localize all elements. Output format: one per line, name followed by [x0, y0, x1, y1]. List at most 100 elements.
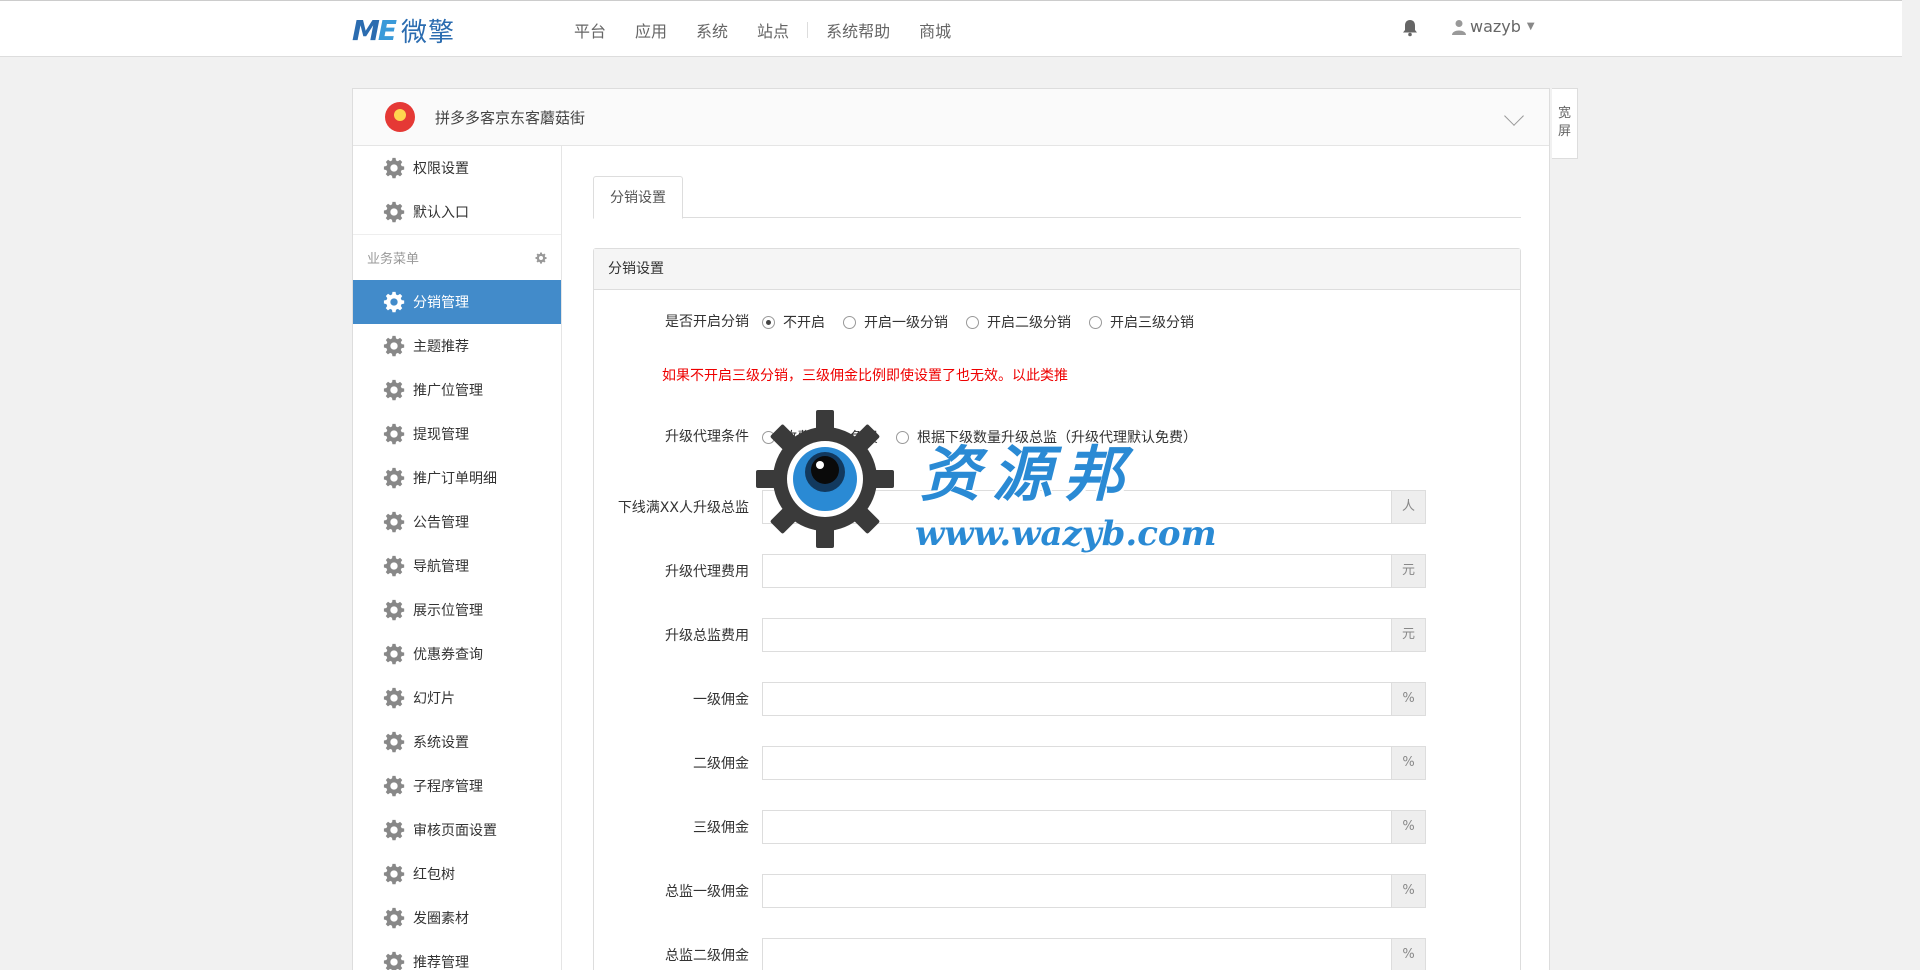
top-navbar: ME 微擎 平台 应用 系统 站点 系统帮助 商城 wazyb ▼ [0, 0, 1902, 57]
username: wazyb [1470, 17, 1521, 36]
sidebar-item-label: 默认入口 [413, 205, 469, 221]
sidebar-item-label: 优惠券查询 [413, 647, 483, 663]
sidebar-item[interactable]: 主题推荐 [353, 324, 561, 368]
settings-icon[interactable] [535, 252, 547, 264]
sidebar-item-label: 审核页面设置 [413, 823, 497, 839]
sidebar-item-label: 展示位管理 [413, 603, 483, 619]
form-row: 升级代理费用 元 [594, 540, 1520, 604]
text-input[interactable] [762, 746, 1391, 780]
tab-distribution-settings[interactable]: 分销设置 [593, 176, 683, 219]
sidebar-item[interactable]: 审核页面设置 [353, 808, 561, 852]
nav-platform[interactable]: 平台 [574, 18, 606, 42]
logo-mark: ME [352, 13, 397, 47]
input-group: % [762, 938, 1426, 970]
gear-icon [383, 775, 405, 797]
radio-by-subordinates[interactable]: 根据下级数量升级总监（升级代理默认免费） [896, 427, 1197, 447]
radio-label: 收费 [783, 430, 811, 446]
sidebar-item[interactable]: 展示位管理 [353, 588, 561, 632]
sidebar-item-label: 主题推荐 [413, 339, 469, 355]
input-group: % [762, 874, 1426, 908]
field-list: 下线满XX人升级总监人升级代理费用元升级总监费用元一级佣金% 二级佣金% 三级佣金%… [594, 476, 1520, 970]
upgrade-options: 收费 免费 根据下级数量升级总监（升级代理默认免费） [762, 398, 1215, 476]
main-nav: 平台 应用 系统 站点 系统帮助 商城 [574, 1, 980, 58]
sidebar-item[interactable]: 发圈素材 [353, 896, 561, 940]
radio-dot [843, 315, 856, 329]
sidebar-item-label: 发圈素材 [413, 911, 469, 927]
field-label: 升级总监费用 [665, 628, 749, 644]
user-menu[interactable]: wazyb ▼ [1452, 17, 1535, 36]
gear-icon [383, 201, 405, 223]
nav-apps[interactable]: 应用 [635, 18, 667, 42]
sidebar-item[interactable]: 优惠券查询 [353, 632, 561, 676]
gear-icon [383, 863, 405, 885]
unit-addon: % [1391, 938, 1426, 970]
text-input[interactable] [762, 554, 1391, 588]
unit-addon: % [1391, 746, 1426, 780]
nav-system[interactable]: 系统 [696, 18, 728, 42]
box-title: 分销设置 [594, 249, 1520, 290]
radio-level-2[interactable]: 开启二级分销 [966, 312, 1071, 332]
unit-addon: % [1391, 874, 1426, 908]
upgrade-label: 升级代理条件 [665, 429, 749, 445]
shop-avatar [385, 102, 415, 132]
nav-mall[interactable]: 商城 [919, 18, 951, 42]
gear-icon [383, 291, 405, 313]
sidebar-item[interactable]: 子程序管理 [353, 764, 561, 808]
input-group: % [762, 682, 1426, 716]
distribution-row: 是否开启分销 不开启 开启一级分销 开启二级分销 开启三级分销 [594, 290, 1520, 354]
text-input[interactable] [762, 810, 1391, 844]
radio-label: 开启二级分销 [987, 315, 1071, 331]
sidebar-item[interactable]: 分销管理 [353, 280, 561, 324]
sidebar-item[interactable]: 公告管理 [353, 500, 561, 544]
text-input[interactable] [762, 618, 1391, 652]
shop-header[interactable]: 拼多多客京东客蘑菇街 [353, 89, 1549, 146]
logo-text: 微擎 [401, 17, 456, 48]
radio-dot [829, 430, 842, 444]
sidebar-item[interactable]: 导航管理 [353, 544, 561, 588]
gear-icon [383, 157, 405, 179]
sidebar-item[interactable]: 推荐管理 [353, 940, 561, 970]
radio-dot [1089, 315, 1102, 329]
nav-site[interactable]: 站点 [757, 18, 789, 42]
sidebar-item-label: 子程序管理 [413, 779, 483, 795]
sidebar-item-label: 推广位管理 [413, 383, 483, 399]
text-input[interactable] [762, 682, 1391, 716]
radio-paid[interactable]: 收费 [762, 427, 811, 447]
sidebar-item-label: 公告管理 [413, 515, 469, 531]
logo[interactable]: ME 微擎 [352, 13, 455, 48]
radio-dot [762, 315, 775, 329]
nav-help[interactable]: 系统帮助 [826, 18, 890, 42]
radio-no-distribution[interactable]: 不开启 [762, 312, 825, 332]
radio-level-3[interactable]: 开启三级分销 [1089, 312, 1194, 332]
unit-addon: % [1391, 810, 1426, 844]
chevron-down-icon[interactable] [1504, 106, 1524, 126]
sidebar-item[interactable]: 红包树 [353, 852, 561, 896]
radio-free[interactable]: 免费 [829, 427, 878, 447]
form-row: 总监二级佣金% [594, 924, 1520, 970]
sidebar-item[interactable]: 系统设置 [353, 720, 561, 764]
text-input[interactable] [762, 874, 1391, 908]
sidebar-item-permissions[interactable]: 权限设置 [353, 146, 561, 190]
field-label: 总监一级佣金 [665, 884, 749, 900]
user-icon [1452, 19, 1466, 35]
text-input[interactable] [762, 490, 1391, 524]
nav-divider [807, 21, 809, 38]
radio-dot [966, 315, 979, 329]
sidebar-item[interactable]: 推广订单明细 [353, 456, 561, 500]
radio-dot [762, 430, 775, 444]
sidebar-item-label: 系统设置 [413, 735, 469, 751]
radio-level-1[interactable]: 开启一级分销 [843, 312, 948, 332]
sidebar-item[interactable]: 幻灯片 [353, 676, 561, 720]
bell-icon[interactable] [1402, 19, 1418, 37]
sidebar-item[interactable]: 提现管理 [353, 412, 561, 456]
sidebar-item-label: 导航管理 [413, 559, 469, 575]
sidebar-item-label: 幻灯片 [413, 691, 455, 707]
widescreen-label: 屏 [1557, 124, 1571, 139]
sidebar-item-default-entry[interactable]: 默认入口 [353, 190, 561, 234]
text-input[interactable] [762, 938, 1391, 970]
widescreen-toggle[interactable]: 宽 屏 [1552, 88, 1578, 159]
content-area: 分销设置 分销设置 是否开启分销 不开启 开启一级分销 开启二级分销 开启三级分… [593, 176, 1521, 970]
sidebar-item[interactable]: 推广位管理 [353, 368, 561, 412]
form-row: 二级佣金% [594, 732, 1520, 796]
sidebar-group-business: 业务菜单 [353, 234, 561, 280]
